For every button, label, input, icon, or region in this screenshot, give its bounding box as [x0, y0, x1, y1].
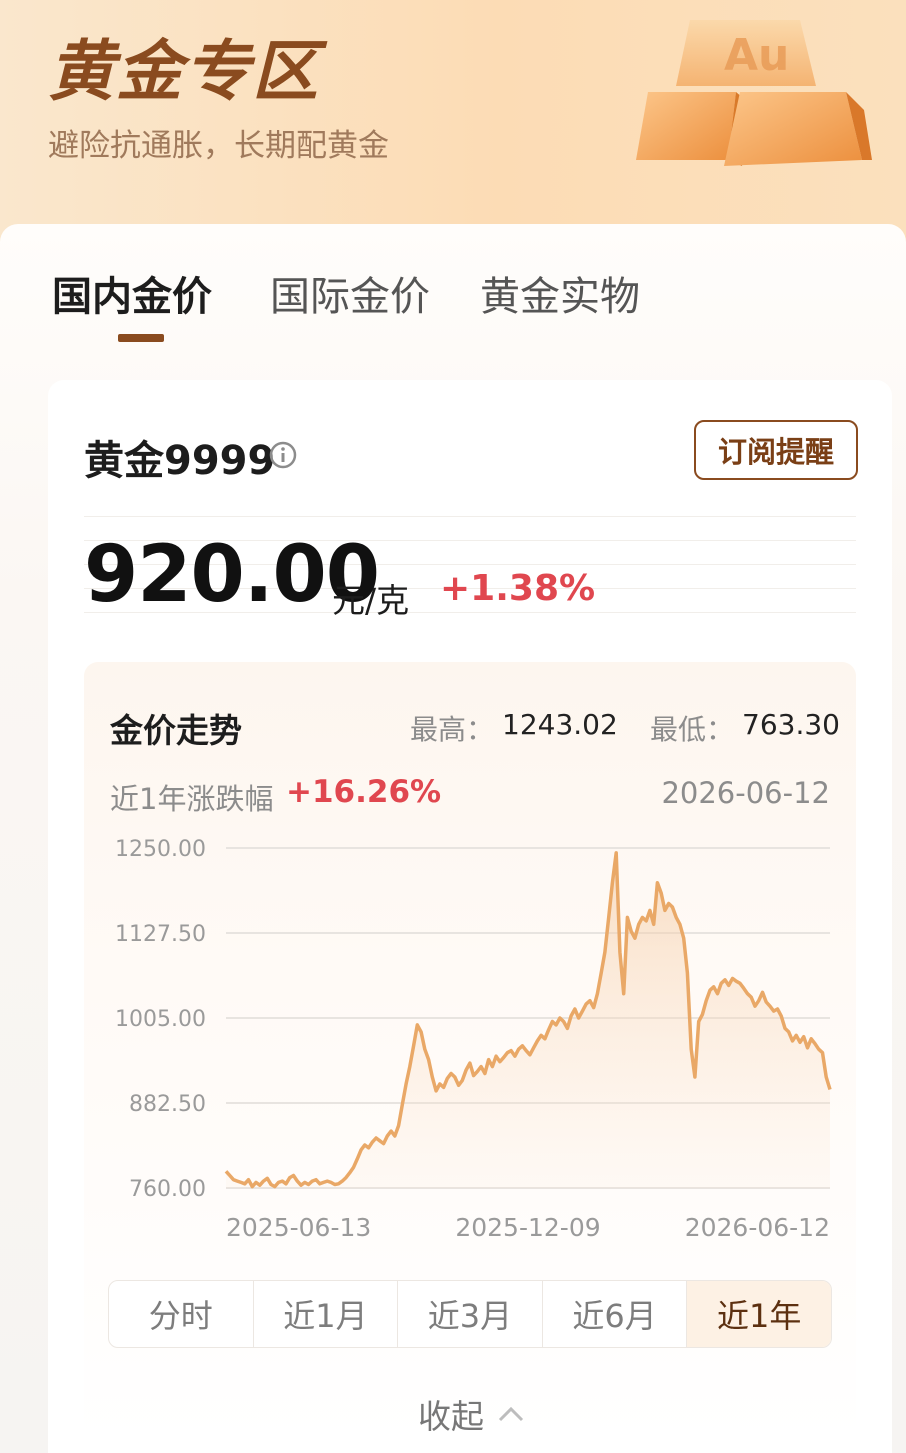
y-tick-label: 1005.00: [115, 1007, 206, 1032]
y-tick-label: 1250.00: [115, 837, 206, 862]
main-content: 国内金价 国际金价 黄金实物 黄金9999 订阅提醒 920.00 元/克 +1…: [0, 224, 906, 1453]
low-value: 763.30: [742, 708, 840, 741]
period-3-months[interactable]: 近3月: [398, 1281, 543, 1347]
divider: [84, 516, 856, 517]
price-change: +1.38%: [440, 568, 596, 609]
period-1-month[interactable]: 近1月: [254, 1281, 399, 1347]
low-label: 最低：: [650, 713, 735, 746]
range-change-label: 近1年涨跌幅: [110, 782, 274, 816]
tab-international-price[interactable]: 国际金价: [270, 264, 430, 322]
period-intraday[interactable]: 分时: [109, 1281, 254, 1347]
gold-bars-illustration: Au: [636, 20, 872, 166]
period-selector: 分时 近1月 近3月 近6月 近1年: [108, 1280, 832, 1348]
period-6-months[interactable]: 近6月: [543, 1281, 688, 1347]
y-tick-label: 760.00: [129, 1177, 206, 1202]
range-change-value: +16.26%: [286, 774, 442, 810]
x-tick-label: 2025-06-13: [226, 1213, 371, 1242]
high-label: 最高：: [410, 713, 495, 746]
price-chart[interactable]: 1250.00 1127.50 1005.00 882.50 760.00 2025-0…: [84, 832, 856, 1252]
x-tick-label: 2026-06-12: [685, 1213, 830, 1242]
collapse-label: 收起: [418, 1397, 484, 1436]
chevron-up-icon: [498, 1406, 524, 1422]
page-title: 黄金专区: [48, 33, 320, 110]
collapse-button[interactable]: 收起: [418, 1390, 524, 1438]
gold-bar-label: Au: [724, 30, 789, 81]
trend-title: 金价走势: [110, 711, 242, 750]
tab-domestic-price[interactable]: 国内金价: [52, 264, 212, 322]
product-name: 黄金9999: [84, 438, 276, 484]
subscribe-alert-button[interactable]: 订阅提醒: [694, 420, 858, 480]
price-area: [226, 852, 830, 1188]
x-tick-label: 2025-12-09: [455, 1213, 600, 1242]
info-icon[interactable]: [268, 440, 298, 470]
page-subtitle: 避险抗通胀，长期配黄金: [48, 128, 389, 164]
price-trend-panel: 金价走势 最高： 1243.02 最低： 763.30 近1年涨跌幅 +16.2…: [84, 662, 856, 1442]
y-tick-label: 882.50: [129, 1092, 206, 1117]
active-tab-indicator: [118, 334, 164, 342]
period-1-year[interactable]: 近1年: [687, 1281, 831, 1347]
gold-price-card: 黄金9999 订阅提醒 920.00 元/克 +1.38% 金价走势 最高： 1…: [48, 380, 892, 1453]
high-value: 1243.02: [502, 708, 618, 741]
price-unit: 元/克: [332, 581, 410, 620]
tab-physical-gold[interactable]: 黄金实物: [480, 264, 640, 322]
header-banner: 黄金专区 避险抗通胀，长期配黄金 Au: [0, 0, 906, 260]
y-tick-label: 1127.50: [115, 922, 206, 947]
as-of-date: 2026-06-12: [661, 776, 830, 810]
